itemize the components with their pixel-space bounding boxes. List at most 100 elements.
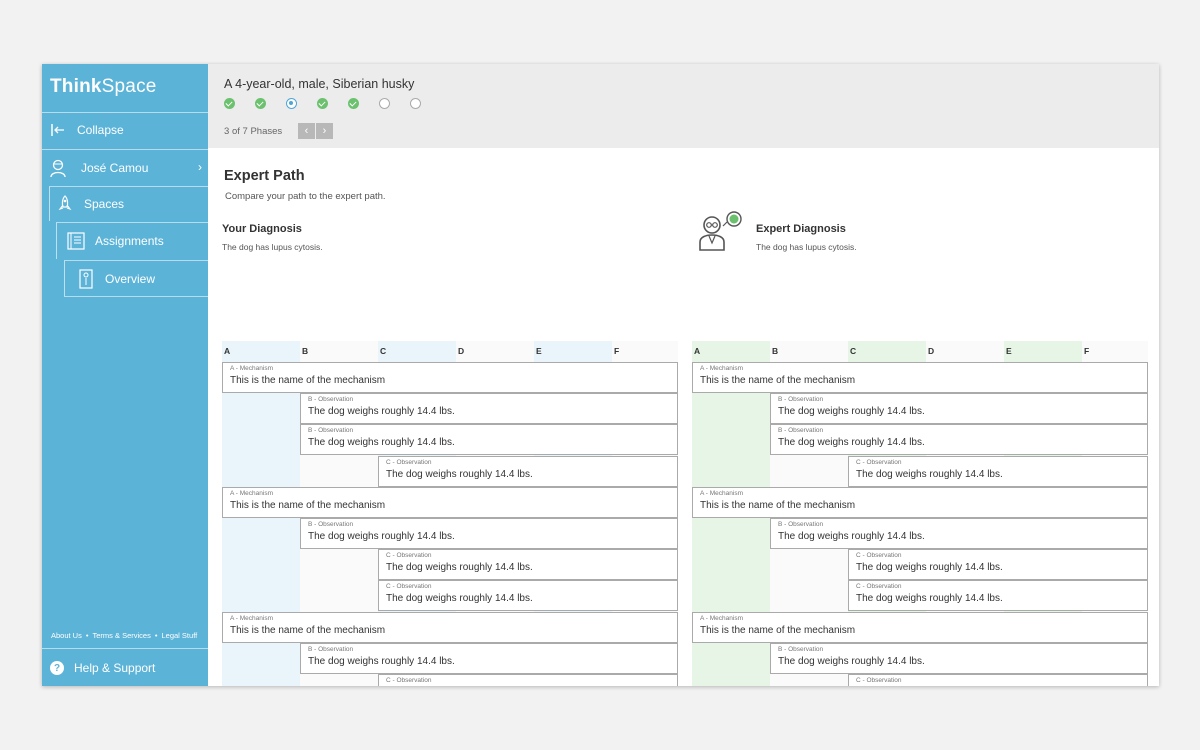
expert-column-header: A [694,346,701,356]
expert-column-header: B [772,346,779,356]
expert-path-node[interactable]: B - Observation The dog weighs roughly 14… [770,393,1148,425]
node-text: This is the name of the mechanism [230,375,386,386]
expert-path-node[interactable]: B - Observation The dog weighs roughly 14… [770,518,1148,549]
phase-1-done[interactable] [224,98,235,109]
expert-path-node[interactable]: C - Observation The dog weighs roughly 14… [848,549,1148,581]
sidebar-item-user[interactable]: José Camou › [42,149,208,185]
page-title: Expert Path [224,168,305,184]
node-text: The dog weighs roughly 14.4 lbs. [778,406,925,418]
your-path-node[interactable]: C - Observation The dog weighs roughly 14… [378,580,678,612]
sidebar-item-assignments[interactable]: Assignments [56,222,208,259]
expert-path-grid: A B C D E F A - Mechanism This is the name of t… [692,341,1148,686]
your-column-header: B [302,346,309,356]
expert-path-node[interactable]: A - Mechanism This is the name of the mec… [692,611,1148,643]
your-path-grid: A B C D E F A - Mechanism This is the name of t… [222,341,678,686]
expert-column-header: F [1084,346,1090,356]
your-column-header: A [224,346,231,356]
expert-path-node[interactable]: B - Observation The dog weighs roughly 14… [770,424,1148,456]
phase-5-done[interactable] [348,98,359,109]
next-phase-button[interactable]: › [316,123,333,139]
logo[interactable]: ThinkSpace [50,76,157,98]
your-path-node[interactable]: B - Observation The dog weighs roughly 14… [300,642,678,674]
node-type-label: B - Observation [308,521,354,528]
page-subtitle: Compare your path to the expert path. [225,191,386,202]
node-text: This is the name of the mechanism [230,624,386,636]
node-type-label: A - Mechanism [230,489,273,497]
phase-indicator [224,98,441,109]
node-type-label: C - Observation [856,552,902,560]
legal-link[interactable]: Legal Stuff [162,631,198,640]
node-type-label: A - Mechanism [230,365,273,372]
logo-space: Space [101,76,157,97]
node-type-label: B - Observation [308,396,354,404]
node-type-label: C - Observation [856,583,902,591]
your-path-node[interactable]: C - ObservationThe dog weighs roughly 14… [378,674,678,686]
your-column-header: E [536,346,542,356]
logo-think: Think [50,76,102,97]
node-text: The dog weighs roughly 14.4 lbs. [308,531,455,542]
phase-3-current[interactable] [286,98,297,109]
your-path-node[interactable]: B - Observation The dog weighs roughly 14… [300,393,678,425]
expert-diagnosis-text: The dog has lupus cytosis. [756,242,857,252]
help-icon: ? [50,661,64,675]
help-label: Help & Support [74,661,156,675]
your-diagnosis-title: Your Diagnosis [222,223,302,235]
phase-6-pending[interactable] [379,98,390,109]
node-text: The dog weighs roughly 14.4 lbs. [856,593,1003,605]
sidebar-item-label: Assignments [95,234,164,248]
expert-path-node[interactable]: B - Observation The dog weighs roughly 14… [770,642,1148,674]
sidebar-item-label: Spaces [84,197,125,211]
expert-path-node[interactable]: C - ObservationThe dog weighs roughly 14… [848,674,1148,686]
node-text: The dog weighs roughly 14.4 lbs. [308,406,455,418]
phase-4-done[interactable] [317,98,328,109]
node-text: The dog weighs roughly 14.4 lbs. [386,468,533,480]
expert-avatar-icon [696,210,744,258]
expert-path-node[interactable]: C - ObservationThe dog weighs roughly 14… [848,455,1148,487]
node-text: This is the name of the mechanism [700,499,856,511]
node-type-label: B - Observation [778,396,824,404]
sidebar-item-collapse[interactable]: Collapse [42,112,208,147]
sidebar: ThinkSpace Collapse José Camou › Spaces [42,64,208,686]
your-path-node[interactable]: C - Observation The dog weighs roughly 14… [378,549,678,581]
node-text: The dog weighs roughly 14.4 lbs. [778,437,925,449]
node-text: This is the name of the mechanism [700,375,856,386]
sidebar-item-label: Collapse [77,123,124,137]
sidebar-item-overview[interactable]: Overview [64,260,208,297]
your-path-node[interactable]: A - Mechanism This is the name of the mec… [222,362,678,393]
node-type-label: C - Observation [386,552,432,560]
app-window: ThinkSpace Collapse José Camou › Spaces [42,64,1159,686]
sidebar-item-spaces[interactable]: Spaces [49,186,208,221]
your-path-node[interactable]: A - Mechanism This is the name of the mec… [222,611,678,643]
node-type-label: B - Observation [778,645,824,653]
help-support-button[interactable]: ? Help & Support [42,648,208,686]
your-path-node[interactable]: B - Observation The dog weighs roughly 14… [300,518,678,549]
rocket-icon [54,193,76,215]
your-column-header: F [614,346,620,356]
your-path-node[interactable]: A - Mechanism This is the name of the mec… [222,486,678,518]
phase-7-pending[interactable] [410,98,421,109]
node-text: The dog weighs roughly 14.4 lbs. [778,655,925,667]
phase-count: 3 of 7 Phases [224,126,283,137]
node-text: The dog weighs roughly 14.4 lbs. [856,468,1003,480]
node-type-label: C - Observation [386,458,432,466]
node-type-label: C - Observation [386,583,432,591]
prev-phase-button[interactable]: ‹ [298,123,315,139]
node-text: The dog weighs roughly 14.4 lbs. [386,593,533,605]
terms-link[interactable]: Terms & Services [93,631,151,640]
your-path-node[interactable]: B - Observation The dog weighs roughly 14… [300,424,678,456]
expert-path-node[interactable]: A - Mechanism This is the name of the mec… [692,486,1148,518]
node-type-label: A - Mechanism [700,365,743,372]
expert-path-node[interactable]: C - Observation The dog weighs roughly 14… [848,580,1148,612]
expert-path-node[interactable]: A - Mechanism This is the name of the mec… [692,362,1148,393]
phase-2-done[interactable] [255,98,266,109]
your-column-header: D [458,346,465,356]
node-text: This is the name of the mechanism [700,624,856,636]
about-us-link[interactable]: About Us [51,631,82,640]
sidebar-item-label: Overview [105,271,156,286]
case-title: A 4-year-old, male, Siberian husky [224,77,415,91]
main-content: Expert Path Compare your path to the exp… [208,148,1159,686]
node-text: The dog weighs roughly 14.4 lbs. [308,437,455,449]
node-text: The dog weighs roughly 14.4 lbs. [856,562,1003,574]
node-text: The dog weighs roughly 14.4 lbs. [386,562,533,574]
your-path-node[interactable]: C - Observation The dog weighs roughly 14… [378,455,678,487]
